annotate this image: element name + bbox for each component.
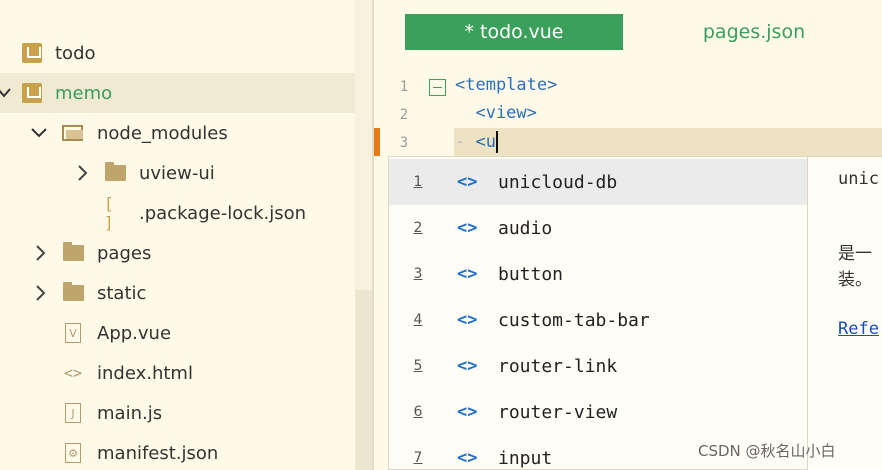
tree-item-static[interactable]: static	[0, 273, 355, 313]
line-number: 1	[399, 79, 409, 95]
suggestion-item[interactable]: 4 <> custom-tab-bar	[389, 297, 807, 343]
js-file-icon: J	[62, 402, 84, 424]
suggestion-item[interactable]: 5 <> router-link	[389, 343, 807, 389]
suggestion-label: router-view	[498, 401, 618, 423]
tag-icon: <>	[457, 218, 478, 238]
folder-icon	[62, 242, 84, 264]
settings-json-icon: ⚙	[62, 442, 84, 464]
tree-item-package-lock[interactable]: [ ] .package-lock.json	[0, 193, 355, 233]
chevron-down-icon[interactable]	[29, 123, 49, 143]
fold-toggle-icon[interactable]	[429, 79, 446, 96]
suggestion-index: 1	[413, 174, 423, 190]
sidebar-scrollbar-thumb[interactable]	[355, 290, 372, 470]
suggestion-label: input	[498, 447, 553, 469]
chevron-right-icon[interactable]	[31, 243, 51, 263]
tag-icon: <>	[457, 448, 478, 468]
tree-item-label: static	[97, 282, 147, 304]
autocomplete-popup: 1 <> unicloud-db 2 <> audio 3 <> button …	[388, 156, 808, 470]
vue-file-icon: V	[62, 322, 84, 344]
tab-pages-json[interactable]: pages.json	[674, 14, 834, 50]
suggestion-label: custom-tab-bar	[498, 309, 650, 331]
suggestion-index: 6	[413, 404, 423, 420]
tree-item-label: uview-ui	[139, 162, 215, 184]
suggestion-item[interactable]: 1 <> unicloud-db	[389, 159, 807, 205]
suggestion-doc-panel: unic 是一 装。 Refe	[808, 156, 882, 470]
html-file-icon: <>	[63, 364, 83, 382]
folder-icon	[104, 162, 126, 184]
tag-icon: <>	[457, 356, 478, 376]
tag-icon: <>	[457, 172, 478, 192]
current-line-highlight	[454, 128, 882, 156]
suggestion-index: 2	[413, 220, 423, 236]
app-window: todo memo node_modules uview-ui [ ] .pac…	[0, 0, 882, 470]
tag-icon: <>	[457, 310, 478, 330]
folder-icon	[62, 282, 84, 304]
tab-todo-vue[interactable]: * todo.vue	[405, 14, 623, 50]
tree-item-pages[interactable]: pages	[0, 233, 355, 273]
tree-item-label: App.vue	[97, 322, 172, 344]
tag-icon: <>	[457, 402, 478, 422]
tree-item-label: .package-lock.json	[139, 202, 307, 224]
tag-icon: <>	[457, 264, 478, 284]
chevron-down-icon[interactable]	[0, 83, 14, 103]
watermark: CSDN @秋名山小白	[698, 442, 836, 460]
line-number: 2	[399, 107, 409, 123]
suggestion-item[interactable]: 2 <> audio	[389, 205, 807, 251]
suggestion-label: button	[498, 263, 564, 285]
tree-item-todo[interactable]: todo	[0, 33, 355, 73]
suggestion-label: unicloud-db	[498, 171, 618, 193]
suggestion-item[interactable]: 6 <> router-view	[389, 389, 807, 435]
text-caret	[495, 131, 498, 153]
code-line[interactable]: <view>	[455, 103, 536, 123]
file-tree-sidebar: todo memo node_modules uview-ui [ ] .pac…	[0, 0, 372, 470]
tree-item-memo[interactable]: memo	[0, 73, 355, 113]
suggestion-index: 7	[413, 450, 423, 466]
typed-text: <u	[475, 132, 496, 152]
current-line-marker	[374, 128, 380, 156]
project-icon	[21, 42, 43, 64]
tree-item-node-modules[interactable]: node_modules	[0, 113, 355, 153]
suggestion-label: audio	[498, 217, 553, 239]
suggestion-item[interactable]: 3 <> button	[389, 251, 807, 297]
tree-item-main-js[interactable]: J main.js	[0, 393, 355, 433]
tree-item-label: todo	[55, 42, 96, 64]
chevron-right-icon[interactable]	[31, 283, 51, 303]
tree-item-label: main.js	[97, 402, 163, 424]
tree-item-app-vue[interactable]: V App.vue	[0, 313, 355, 353]
line-number: 3	[399, 135, 409, 151]
doc-description: 是一 装。	[838, 244, 872, 290]
folder-open-icon	[61, 122, 83, 144]
tree-item-uview-ui[interactable]: uview-ui	[0, 153, 355, 193]
suggestion-label: router-link	[498, 355, 618, 377]
tree-item-manifest-json[interactable]: ⚙ manifest.json	[0, 433, 355, 470]
suggestion-index: 3	[413, 266, 423, 282]
tree-item-label: memo	[55, 82, 113, 104]
suggestion-index: 4	[413, 312, 423, 328]
tree-item-label: node_modules	[97, 122, 228, 144]
chevron-right-icon[interactable]	[73, 163, 93, 183]
tree-item-label: index.html	[97, 362, 193, 384]
tree-item-index-html[interactable]: <> index.html	[0, 353, 355, 393]
code-line[interactable]: <template>	[455, 75, 557, 95]
suggestion-index: 5	[413, 358, 423, 374]
doc-reference-link[interactable]: Refe	[838, 319, 879, 339]
json-bracket-icon: [ ]	[104, 194, 114, 232]
doc-title: unic	[838, 169, 879, 189]
tree-item-label: pages	[97, 242, 152, 264]
project-icon	[21, 82, 43, 104]
code-line-current[interactable]: - <u	[455, 131, 498, 153]
tree-item-label: manifest.json	[97, 442, 219, 464]
